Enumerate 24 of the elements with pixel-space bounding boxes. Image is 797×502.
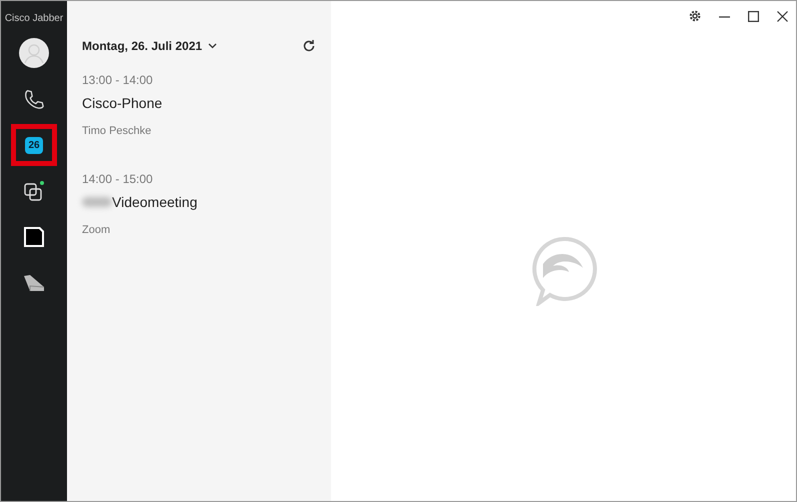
document-icon[interactable]: [23, 226, 45, 248]
refresh-icon[interactable]: [302, 39, 316, 53]
app-title: Cisco Jabber: [4, 12, 64, 26]
phone-icon[interactable]: [23, 88, 45, 110]
chevron-icon: [208, 43, 218, 49]
event-time: 14:00 - 15:00: [82, 170, 154, 188]
event-title[interactable]: Cisco-Phone: [82, 93, 162, 114]
calendar-icon[interactable]: 26: [25, 136, 43, 154]
event-time: 13:00 - 14:00: [82, 72, 154, 89]
event-item[interactable]: 14:00 - 15:00 Videomeeting Zoom: [82, 170, 316, 238]
event-subtitle: Timo Peschke: [82, 124, 152, 139]
close-icon[interactable]: [777, 10, 788, 22]
ramp-icon[interactable]: [22, 274, 46, 292]
chat-bubble-logo-icon: [530, 236, 596, 306]
event-title[interactable]: Videomeeting: [112, 192, 198, 212]
settings-icon[interactable]: [689, 10, 701, 22]
maximize-icon[interactable]: [748, 10, 759, 22]
event-item[interactable]: 13:00 - 14:00 Cisco-Phone Timo Peschke: [82, 71, 316, 140]
date-dropdown[interactable]: Montag, 26. Juli 2021: [82, 37, 218, 55]
avatar-icon[interactable]: [19, 38, 49, 68]
event-subtitle: Zoom: [82, 222, 112, 238]
chat-windows-icon[interactable]: [23, 180, 45, 202]
redacted-blur: [82, 197, 112, 207]
nav-button[interactable]: 26: [11, 124, 57, 166]
